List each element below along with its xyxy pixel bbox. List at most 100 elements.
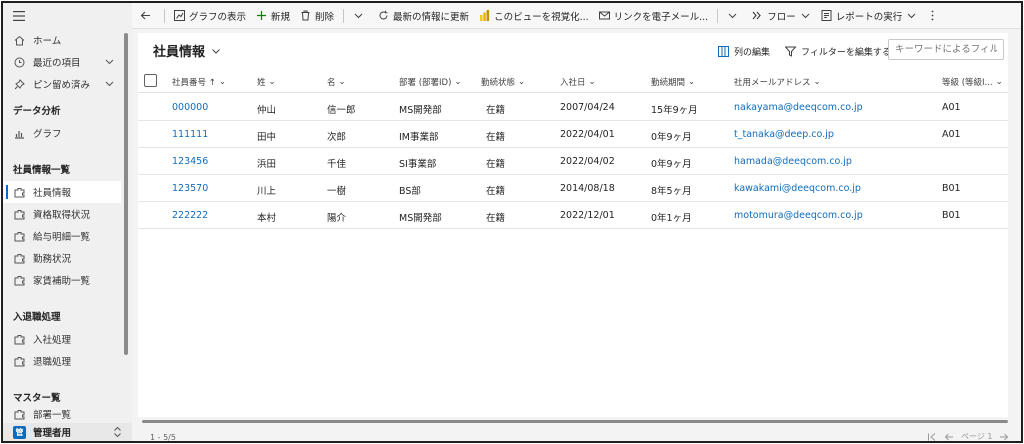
sidebar-item-graph[interactable]: グラフ <box>3 122 121 144</box>
sidebar-item-label: 入社処理 <box>33 335 72 346</box>
sidebar-item-label: 退職処理 <box>33 357 72 368</box>
section-heading-master: マスター覧 <box>13 393 61 404</box>
select-all-checkbox[interactable] <box>144 74 157 87</box>
chevron-down-icon <box>353 10 364 21</box>
cell-joined: 2007/04/24 <box>560 102 615 113</box>
back-button[interactable] <box>132 3 160 29</box>
next-page-icon[interactable] <box>999 432 1009 442</box>
column-header-email[interactable]: 社用メールアドレス ⌄ <box>734 76 821 88</box>
cell-email[interactable]: hamada@deeqcom.co.jp <box>734 156 852 167</box>
sidebar-item-recent[interactable]: 最近の項目 <box>3 51 121 73</box>
cell-status: 在籍 <box>486 159 506 170</box>
table-row[interactable]: 123456 浜田 千佳 SI事業部 在籍 2022/04/02 0年9ヶ月 h… <box>138 148 1008 175</box>
sidebar-item-home[interactable]: ホーム <box>3 29 121 51</box>
area-switcher[interactable]: 管 管理者用 <box>3 423 132 441</box>
column-header-tenure[interactable]: 勤続期間 ⌄ <box>651 76 695 88</box>
view-selector[interactable]: 社員情報 <box>153 41 221 60</box>
chevron-down-icon: ⌄ <box>995 77 1003 87</box>
table-row[interactable]: 123570 川上 一樹 BS部 在籍 2014/08/18 8年5ヶ月 kaw… <box>138 175 1008 202</box>
visualize-button[interactable]: このビューを視覚化... <box>474 3 594 29</box>
sidebar-item-qualifications[interactable]: 資格取得状況 <box>3 203 121 225</box>
clock-icon <box>13 56 25 68</box>
column-header-last-name[interactable]: 姓 ⌄ <box>257 76 276 88</box>
sidebar-item-pinned[interactable]: ピン留め済み <box>3 73 121 95</box>
cell-first-name: 千佳 <box>327 159 347 170</box>
puzzle-icon <box>13 230 25 242</box>
powerbi-icon <box>479 10 490 21</box>
chevron-down-icon: ⌄ <box>268 77 276 87</box>
sidebar-item-payslips[interactable]: 給与明細一覧 <box>3 225 121 247</box>
sidebar-item-attendance[interactable]: 勤務状況 <box>3 247 121 269</box>
cell-status: 在籍 <box>486 132 506 143</box>
puzzle-icon <box>13 186 25 198</box>
delete-label: 削除 <box>315 11 335 23</box>
puzzle-icon <box>13 333 25 345</box>
table-row[interactable]: 222222 本村 陽介 MS開発部 在籍 2022/12/01 0年1ヶ月 m… <box>138 202 1008 229</box>
keyword-filter-input[interactable] <box>888 39 1004 60</box>
sidebar-item-employee-info[interactable]: 社員情報 <box>3 181 121 203</box>
cell-email[interactable]: t_tanaka@deep.co.jp <box>734 129 834 140</box>
cell-id[interactable]: 111111 <box>172 129 208 140</box>
cell-id[interactable]: 222222 <box>172 210 208 221</box>
delete-button[interactable]: 削除 <box>295 3 339 29</box>
cell-grade: B01 <box>942 210 961 221</box>
sidebar-scrollbar[interactable] <box>124 33 128 355</box>
area-label: 管理者用 <box>33 428 72 439</box>
cell-email[interactable]: motomura@deeqcom.co.jp <box>734 210 863 221</box>
cell-id[interactable]: 000000 <box>172 102 208 113</box>
column-header-department[interactable]: 部署 (部署ID) ⌄ <box>399 76 462 88</box>
horizontal-scrollbar[interactable] <box>142 420 1008 423</box>
more-commands-button[interactable] <box>922 3 947 29</box>
column-header-id[interactable]: 社員番号 ↑ ⌄ <box>172 76 226 88</box>
column-header-status[interactable]: 勤続状態 ⌄ <box>481 76 525 88</box>
cell-joined: 2022/04/02 <box>560 156 615 167</box>
chart-icon <box>174 10 185 21</box>
edit-filters-button[interactable]: フィルターを編集する <box>785 45 891 58</box>
first-page-icon[interactable] <box>927 432 937 442</box>
show-graph-label: グラフの表示 <box>189 11 247 23</box>
visualize-label: このビューを視覚化... <box>494 11 589 23</box>
column-header-joined[interactable]: 入社日 ⌄ <box>560 76 596 88</box>
sidebar-item-label: 社員情報 <box>33 188 72 199</box>
run-report-button[interactable]: レポートの実行 <box>816 3 923 29</box>
chevron-down-icon[interactable] <box>104 56 115 67</box>
show-graph-button[interactable]: グラフの表示 <box>169 3 251 29</box>
column-header-first-name[interactable]: 名 ⌄ <box>327 76 346 88</box>
sidebar-item-offboarding[interactable]: 退職処理 <box>3 350 121 372</box>
page-title: 社員情報 <box>153 45 206 60</box>
cell-email[interactable]: kawakami@deeqcom.co.jp <box>734 183 861 194</box>
flow-button[interactable]: フロー <box>747 3 816 29</box>
hamburger-icon[interactable] <box>13 11 25 21</box>
cell-joined: 2014/08/18 <box>560 183 615 194</box>
sidebar-item-label: ホーム <box>33 36 62 47</box>
delete-more-button[interactable] <box>348 3 373 29</box>
edit-columns-button[interactable]: 列の編集 <box>718 45 770 58</box>
sidebar-item-rent-subsidy[interactable]: 家賃補助一覧 <box>3 269 121 291</box>
puzzle-icon <box>13 274 25 286</box>
chevron-down-icon: ⌄ <box>338 77 346 87</box>
record-count: 1 - 5/5 <box>150 433 176 442</box>
chevron-down-icon[interactable] <box>104 78 115 89</box>
cell-email[interactable]: nakayama@deeqcom.co.jp <box>734 102 863 113</box>
sidebar-item-departments[interactable]: 部署一覧 <box>3 407 121 421</box>
previous-page-icon[interactable] <box>944 432 954 442</box>
sidebar-item-label: 最近の項目 <box>33 58 81 69</box>
column-header-label: 社員番号 ↑ <box>172 78 216 88</box>
cell-joined: 2022/12/01 <box>560 210 615 221</box>
column-header-label: 姓 <box>257 78 266 88</box>
cell-department: BS部 <box>399 186 421 197</box>
column-header-grade[interactable]: 等級 (等級I... ⌄ <box>942 76 1003 88</box>
cell-id[interactable]: 123570 <box>172 183 208 194</box>
chevron-down-icon: ⌄ <box>218 77 226 87</box>
email-link-button[interactable]: リンクを電子メール... <box>594 3 714 29</box>
refresh-button[interactable]: 最新の情報に更新 <box>373 3 474 29</box>
cell-tenure: 0年1ヶ月 <box>651 213 692 224</box>
cell-joined: 2022/04/01 <box>560 129 615 140</box>
chevron-down-icon <box>211 46 221 56</box>
table-row[interactable]: 000000 仲山 信一郎 MS開発部 在籍 2007/04/24 15年9ヶ月… <box>138 94 1008 121</box>
table-row[interactable]: 111111 田中 次郎 IM事業部 在籍 2022/04/01 0年9ヶ月 t… <box>138 121 1008 148</box>
email-link-more-button[interactable] <box>722 3 747 29</box>
cell-id[interactable]: 123456 <box>172 156 208 167</box>
new-button[interactable]: 新規 <box>251 3 295 29</box>
sidebar-item-onboarding[interactable]: 入社処理 <box>3 328 121 350</box>
